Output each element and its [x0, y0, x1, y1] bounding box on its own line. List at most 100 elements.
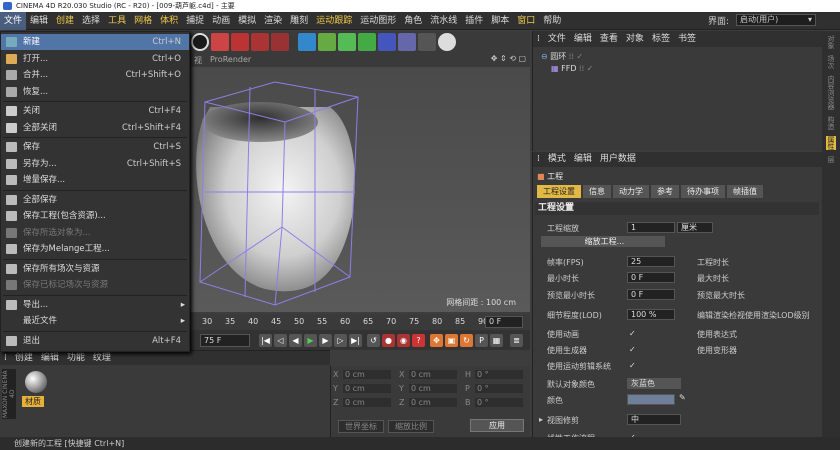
material-menu-item[interactable]: 纹理 [89, 351, 115, 365]
prev-key-icon[interactable]: ◁ [274, 333, 287, 347]
min-length-field[interactable]: 0 F [627, 272, 675, 283]
menu-1[interactable]: 编辑 [26, 12, 52, 30]
coord-value-field[interactable]: 0 cm [409, 398, 457, 407]
rotate-key-icon[interactable]: ↻ [460, 333, 473, 347]
file-menu-item[interactable]: 保存 Ctrl+S [1, 139, 189, 155]
menu-9[interactable]: 模拟 [234, 12, 260, 30]
object-row[interactable]: ▦ FFD ⁞⁞ ✓ [551, 64, 593, 75]
menu-15[interactable]: 流水线 [426, 12, 461, 30]
goto-start-icon[interactable]: |◀ [259, 333, 272, 347]
auto-key-icon[interactable]: ◉ [397, 333, 410, 347]
right-tab[interactable]: 对象 [826, 35, 836, 49]
world-coords-select[interactable]: 世界坐标 [338, 420, 384, 433]
menu-11[interactable]: 雕刻 [286, 12, 312, 30]
scale-field[interactable]: 1 [627, 222, 675, 233]
render-region-icon[interactable] [211, 33, 229, 51]
menu-13[interactable]: 运动图形 [356, 12, 400, 30]
current-frame-field[interactable]: 0 F [485, 316, 523, 328]
scale-unit-select[interactable]: 厘米 [677, 222, 713, 233]
file-menu-item[interactable]: 保存工程(包含资源)... [1, 208, 189, 224]
menu-19[interactable]: 帮助 [539, 12, 565, 30]
viewport-nav-icons[interactable]: ✥ ⇕ ⟲ ▢ [491, 54, 526, 63]
file-menu-item[interactable]: 恢复... [1, 84, 189, 100]
file-menu-item[interactable]: 保存所选对象为... [1, 225, 189, 241]
menu-10[interactable]: 渲染 [260, 12, 286, 30]
view-clip-select[interactable]: 中 [627, 414, 681, 425]
fps-field[interactable]: 25 [627, 256, 675, 267]
view-menu-fragment[interactable]: 视 [194, 55, 202, 66]
timeline-ruler[interactable]: 30 35 40 45 50 55 60 65 70 75 80 85 90 0 F [190, 314, 530, 330]
object-menu-item[interactable]: 对象 [622, 31, 648, 47]
render-view-icon[interactable] [231, 33, 249, 51]
file-menu-item[interactable]: 保存为Melange工程... [1, 241, 189, 257]
light-icon[interactable] [438, 33, 456, 51]
object-menu-item[interactable]: 标签 [648, 31, 674, 47]
next-key-icon[interactable]: ▷ [334, 333, 347, 347]
visibility-dots-icon[interactable]: ⁞⁞ ✓ [569, 52, 583, 61]
material-name[interactable]: 材质 [22, 396, 44, 407]
timeline-settings-icon[interactable]: ≣ [510, 333, 523, 347]
deformer-icon[interactable] [378, 33, 396, 51]
menu-7[interactable]: 捕捉 [182, 12, 208, 30]
coord-value-field[interactable]: 0 cm [343, 384, 391, 393]
file-menu-item[interactable]: 最近文件 ▸ [1, 313, 189, 329]
attribute-tab[interactable]: 待办事项 [681, 185, 725, 198]
next-frame-icon[interactable]: ▶ [319, 333, 332, 347]
menu-2[interactable]: 创建 [52, 12, 78, 30]
use-motion-system-checkbox[interactable]: ✓ [629, 361, 636, 370]
attribute-menu-item[interactable]: 编辑 [570, 152, 596, 167]
render-picture-viewer-icon[interactable] [251, 33, 269, 51]
menu-4[interactable]: 工具 [104, 12, 130, 30]
right-tab[interactable]: 层 [826, 156, 836, 163]
cube-icon[interactable] [298, 33, 316, 51]
grip-icon[interactable]: ⁞ [0, 351, 11, 365]
scale-mode-select[interactable]: 缩放比例 [388, 420, 434, 433]
scale-project-button[interactable]: 缩放工程... [541, 236, 665, 247]
render-settings-icon[interactable] [271, 33, 289, 51]
menu-18[interactable]: 窗口 [513, 12, 539, 30]
attribute-tab[interactable]: 参考 [651, 185, 679, 198]
attribute-menu-item[interactable]: 用户数据 [596, 152, 640, 167]
menu-0[interactable]: 文件 [0, 11, 27, 30]
object-menu-item[interactable]: 查看 [596, 31, 622, 47]
zoom-icon[interactable] [191, 33, 209, 51]
attribute-tab[interactable]: 动力学 [613, 185, 649, 198]
object-row[interactable]: ⊖ 圆环 ⁞⁞ ✓ [541, 51, 583, 62]
attribute-tab[interactable]: 工程设置 [537, 185, 581, 198]
camera-icon[interactable] [418, 33, 436, 51]
material-menu-item[interactable]: 创建 [11, 351, 37, 365]
apply-button[interactable]: 应用 [470, 419, 524, 432]
object-menu-item[interactable]: 编辑 [570, 31, 596, 47]
viewport[interactable]: 网格间距 : 100 cm [190, 67, 530, 312]
move-key-icon[interactable]: ✥ [430, 333, 443, 347]
right-tab[interactable]: 属性 [826, 136, 836, 150]
scale-key-icon[interactable]: ▣ [445, 333, 458, 347]
default-color-select[interactable]: 灰蓝色 [627, 378, 681, 389]
floor-icon[interactable] [398, 33, 416, 51]
file-menu-item[interactable]: 保存已标记场次与资源 [1, 277, 189, 293]
material-preview[interactable] [25, 371, 47, 393]
goto-end-icon[interactable]: ▶| [349, 333, 362, 347]
file-menu-item[interactable]: 导出... ▸ [1, 297, 189, 313]
coord-value-field[interactable]: 0 cm [409, 384, 457, 393]
menu-14[interactable]: 角色 [400, 12, 426, 30]
lod-field[interactable]: 100 % [627, 309, 675, 320]
attribute-tab[interactable]: 帧插值 [727, 185, 763, 198]
file-menu-item[interactable]: 保存所有场次与资源 [1, 261, 189, 277]
preview-min-field[interactable]: 0 F [627, 289, 675, 300]
array-icon[interactable] [358, 33, 376, 51]
coord-value-field[interactable]: 0 cm [343, 370, 391, 379]
file-menu-item[interactable]: 增量保存... [1, 172, 189, 188]
right-tab[interactable]: 场次 [826, 55, 836, 69]
file-menu-item[interactable]: 合并... Ctrl+Shift+O [1, 67, 189, 83]
coord-value-field[interactable]: 0 cm [409, 370, 457, 379]
menu-5[interactable]: 网格 [130, 12, 156, 30]
use-animation-checkbox[interactable]: ✓ [629, 329, 636, 338]
object-menu-item[interactable]: 文件 [544, 31, 570, 47]
prev-frame-icon[interactable]: ◀ [289, 333, 302, 347]
pen-icon[interactable] [318, 33, 336, 51]
file-menu-item[interactable]: 全部保存 [1, 192, 189, 208]
object-menu-item[interactable]: 书签 [674, 31, 700, 47]
view-clip-arrow-icon[interactable]: ▸ [539, 415, 543, 424]
attribute-menu-item[interactable]: 模式 [544, 152, 570, 167]
